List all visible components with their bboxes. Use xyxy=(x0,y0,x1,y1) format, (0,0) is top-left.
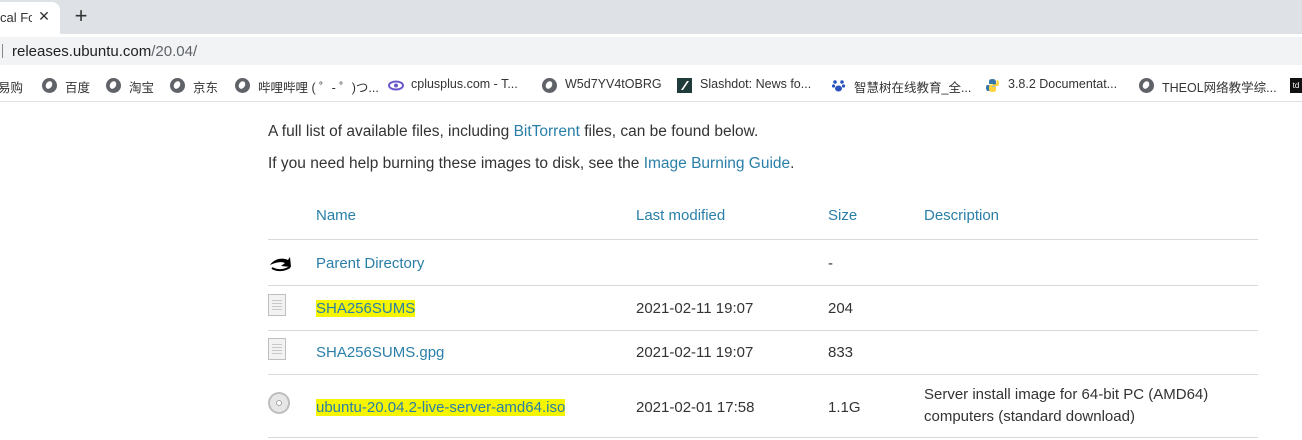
bookmarks-bar: 易购 百度 淘宝 京东 哔哩哔哩 ( ゜- ゜)つ... cplusplus.c… xyxy=(0,68,1302,102)
browser-tab[interactable]: cal Fo ✕ xyxy=(0,2,60,34)
column-header-last-modified[interactable]: Last modified xyxy=(636,207,725,224)
cplusplus-icon xyxy=(388,78,404,93)
bookmark-label: THEOL网络教学综... xyxy=(1162,81,1277,95)
back-icon xyxy=(268,251,292,273)
url-path: /20.04/ xyxy=(151,43,198,60)
table-divider xyxy=(268,239,1258,240)
file-icon xyxy=(268,294,286,316)
paw-icon xyxy=(831,78,846,93)
browser-toolbar: releases.ubuntu.com/20.04/ xyxy=(0,34,1302,68)
address-separator xyxy=(2,44,3,58)
burning-paragraph: If you need help burning these images to… xyxy=(268,155,794,173)
file-link[interactable]: SHA256SUMS xyxy=(316,300,416,317)
globe-icon xyxy=(1139,78,1154,93)
intro-paragraph: A full list of available files, includin… xyxy=(268,123,758,141)
python-icon xyxy=(985,78,1000,93)
file-link[interactable]: SHA256SUMS.gpg xyxy=(316,344,444,361)
bookmark-label: 百度 xyxy=(65,81,91,95)
disc-icon xyxy=(268,392,290,414)
globe-icon xyxy=(106,78,121,93)
table-divider xyxy=(268,374,1258,375)
globe-icon xyxy=(235,78,250,93)
file-icon xyxy=(268,338,286,360)
td-icon: td xyxy=(1290,78,1302,93)
intro-text: files, can be found below. xyxy=(579,123,759,140)
file-link[interactable]: Parent Directory xyxy=(316,255,424,272)
table-divider xyxy=(268,437,1258,438)
tab-title: cal Fo xyxy=(0,10,32,25)
intro-text: . xyxy=(790,155,795,172)
globe-icon xyxy=(42,78,57,93)
bookmark-label: 智慧树在线教育_全... xyxy=(854,81,972,95)
file-modified: 2021-02-11 19:07 xyxy=(636,300,754,317)
globe-icon xyxy=(542,78,557,93)
url-text[interactable]: releases.ubuntu.com/20.04/ xyxy=(12,43,197,60)
new-tab-icon[interactable]: + xyxy=(71,5,91,28)
bookmark-label: W5d7YV4tOBRG xyxy=(565,77,662,91)
table-divider xyxy=(268,285,1258,286)
column-header-description[interactable]: Description xyxy=(924,207,999,224)
slashdot-icon xyxy=(677,78,692,93)
close-icon[interactable]: ✕ xyxy=(36,8,52,24)
intro-text: If you need help burning these images to… xyxy=(268,155,644,172)
bookmark-label: 京东 xyxy=(193,81,219,95)
file-link[interactable]: ubuntu-20.04.2-live-server-amd64.iso xyxy=(316,399,566,416)
bookmark-label: cplusplus.com - T... xyxy=(411,77,518,91)
file-size: 204 xyxy=(828,300,854,317)
file-size: 833 xyxy=(828,344,854,361)
bookmark-label: 3.8.2 Documentat... xyxy=(1008,77,1118,91)
file-description: Server install image for 64-bit PC (AMD6… xyxy=(924,386,1209,425)
bookmark-label: 易购 xyxy=(0,81,24,95)
column-header-name[interactable]: Name xyxy=(316,207,356,224)
column-header-size[interactable]: Size xyxy=(828,207,857,224)
intro-text: A full list of available files, includin… xyxy=(268,123,514,140)
bookmark-label: 哔哩哔哩 ( ゜- ゜)つ... xyxy=(258,81,379,95)
address-bar[interactable]: releases.ubuntu.com/20.04/ xyxy=(0,37,1302,65)
bookmark-label: Slashdot: News fo... xyxy=(700,77,812,91)
table-divider xyxy=(268,330,1258,331)
file-modified: 2021-02-11 19:07 xyxy=(636,344,754,361)
bittorrent-link[interactable]: BitTorrent xyxy=(514,123,580,140)
tab-strip: cal Fo ✕ + xyxy=(0,0,1302,34)
file-size: - xyxy=(828,255,833,272)
globe-icon xyxy=(170,78,185,93)
url-host: releases.ubuntu.com xyxy=(12,43,152,60)
file-modified: 2021-02-01 17:58 xyxy=(636,399,755,416)
file-size: 1.1G xyxy=(828,399,861,416)
page-content: A full list of available files, includin… xyxy=(0,103,1302,440)
image-burning-guide-link[interactable]: Image Burning Guide xyxy=(644,155,790,172)
bookmark-label: 淘宝 xyxy=(129,81,155,95)
